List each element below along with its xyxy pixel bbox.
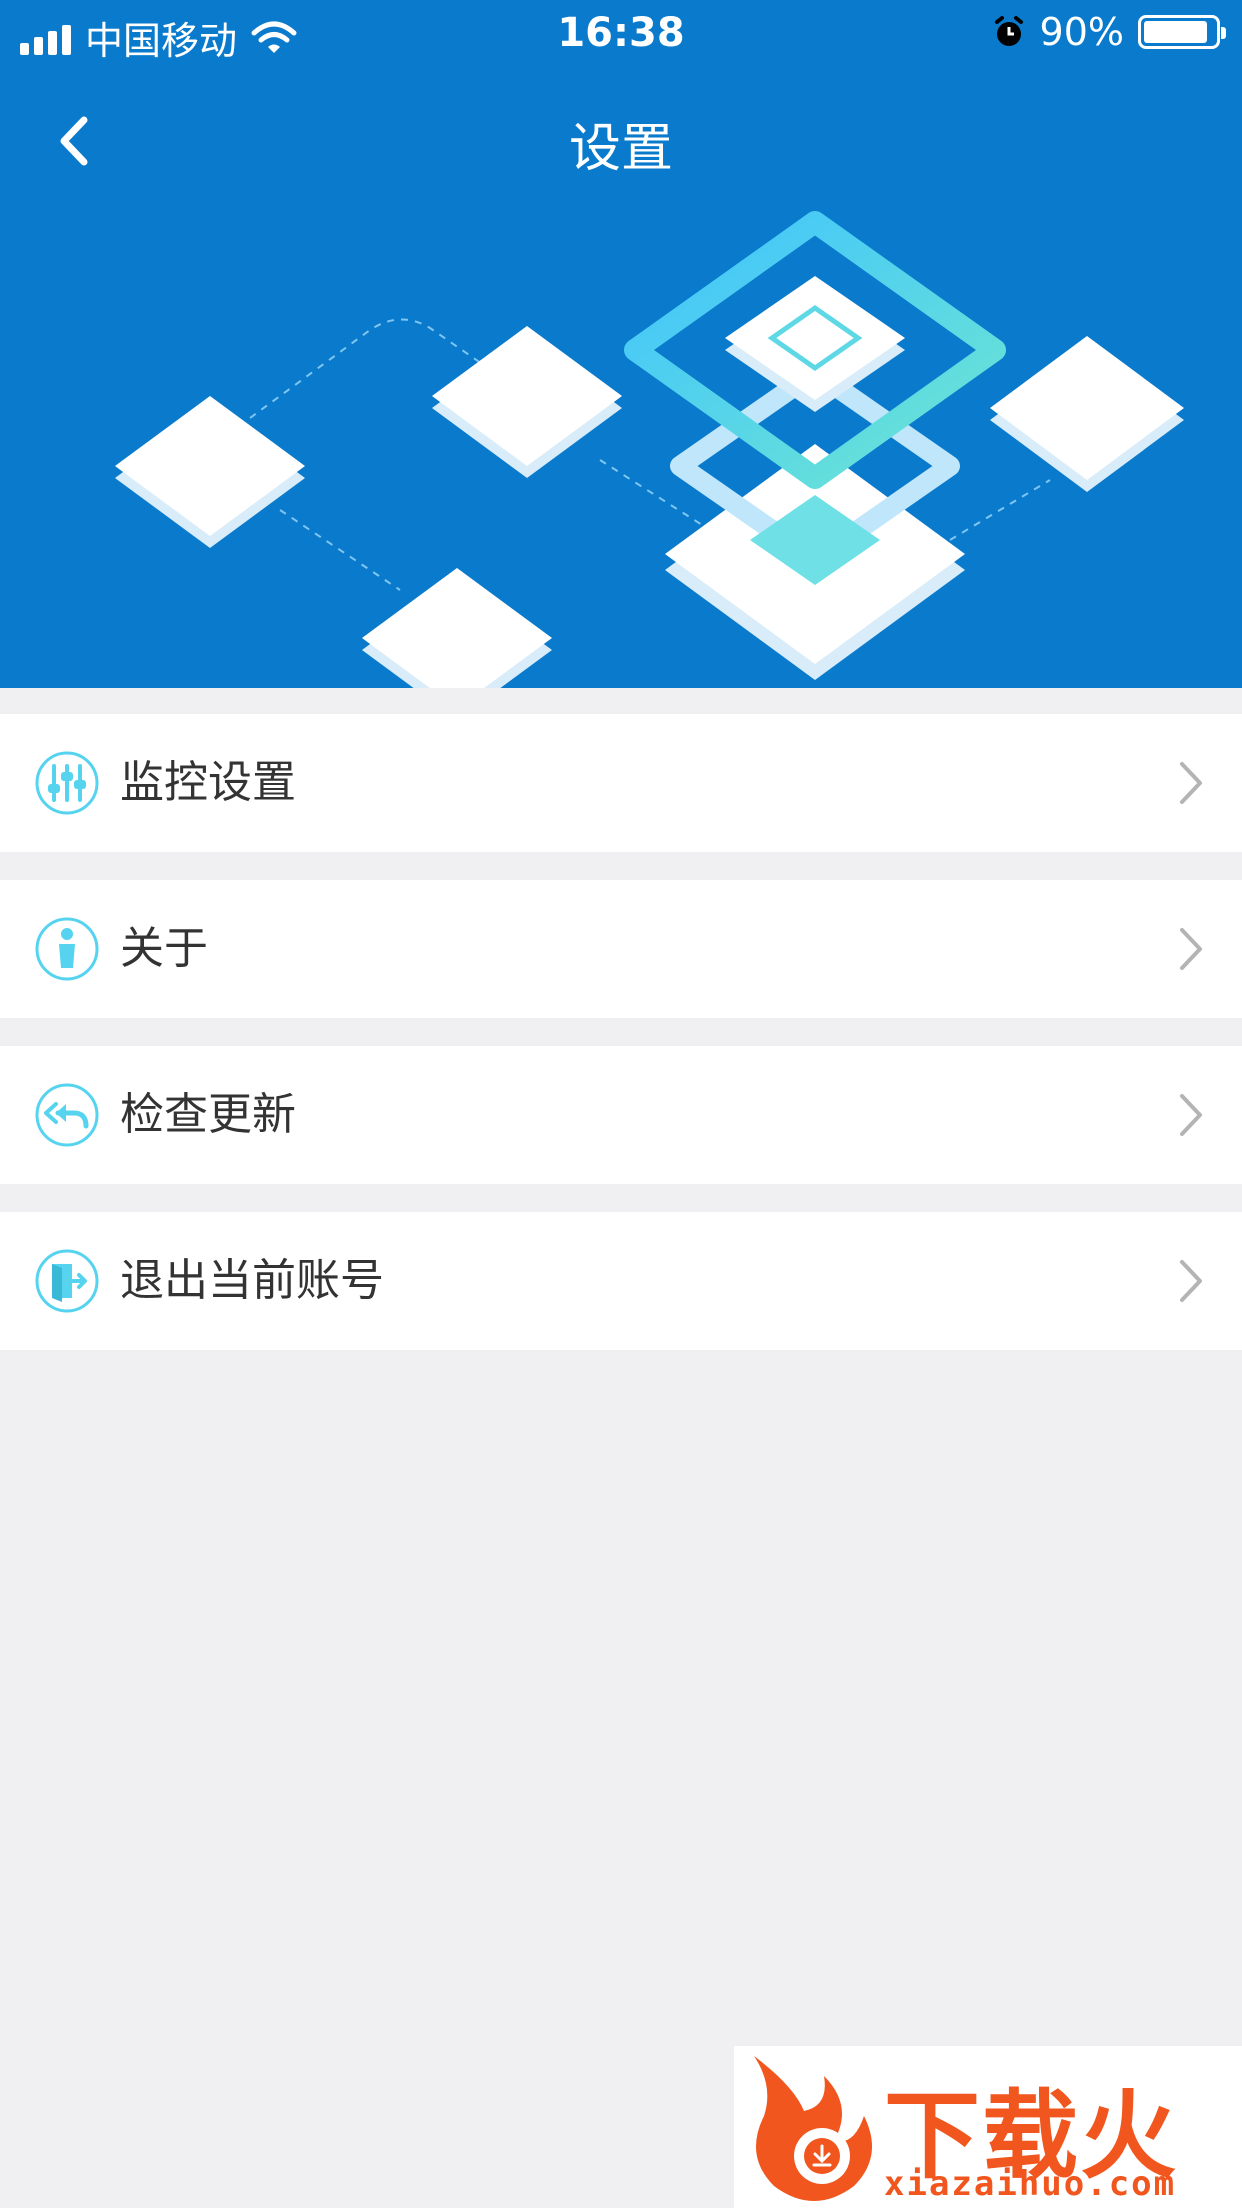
logout-icon	[35, 1249, 99, 1313]
menu-item-logout[interactable]: 退出当前账号	[0, 1212, 1242, 1350]
flame-logo-icon	[754, 2056, 872, 2201]
battery-icon	[1138, 15, 1226, 49]
menu-item-label: 监控设置	[120, 757, 296, 808]
menu-item-label: 退出当前账号	[120, 1255, 384, 1306]
chevron-right-icon	[1180, 762, 1202, 804]
chevron-right-icon	[1180, 1094, 1202, 1136]
chevron-right-icon	[1180, 1260, 1202, 1302]
watermark-logo: 下载火 xiazaihuo.com	[734, 2046, 1242, 2208]
menu-item-label: 关于	[120, 923, 208, 974]
reply-all-icon	[35, 1083, 99, 1147]
watermark-url: xiazaihuo.com	[884, 2164, 1177, 2204]
menu-item-check-update[interactable]: 检查更新	[0, 1046, 1242, 1184]
chevron-right-icon	[1180, 928, 1202, 970]
menu-item-label: 检查更新	[120, 1089, 296, 1140]
status-bar: 中国移动 16:38 90%	[0, 0, 1242, 66]
tile-left	[115, 396, 305, 548]
hero-illustration	[115, 211, 1184, 688]
battery-percent: 90%	[1039, 10, 1124, 54]
menu-item-about[interactable]: 关于	[0, 880, 1242, 1018]
header: 中国移动 16:38 90% 设置	[0, 0, 1242, 688]
person-icon	[35, 917, 99, 981]
menu-item-monitor-settings[interactable]: 监控设置	[0, 714, 1242, 852]
alarm-icon	[994, 16, 1023, 46]
sliders-icon	[35, 751, 99, 815]
